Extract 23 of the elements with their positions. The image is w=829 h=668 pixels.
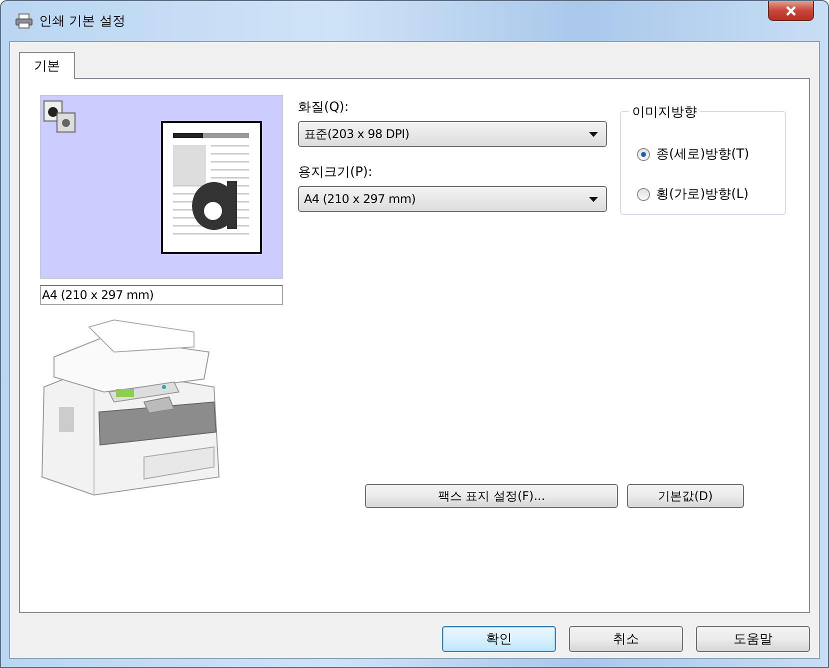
defaults-button[interactable]: 기본값(D)	[627, 484, 744, 508]
dropdown-arrow-icon	[589, 196, 598, 202]
quality-label: 화질(Q):	[298, 99, 350, 116]
radio-button[interactable]	[637, 148, 650, 160]
printer-icon	[15, 13, 33, 29]
quality-dropdown[interactable]: 표준(203 x 98 DPI)	[298, 121, 607, 147]
quality-toggle-icon[interactable]	[43, 100, 77, 134]
paper-size-dropdown[interactable]: A4 (210 x 297 mm)	[298, 186, 607, 212]
tab[interactable]: 기본	[19, 52, 75, 79]
window-title: 인쇄 기본 설정	[39, 13, 126, 30]
dropdown-arrow-icon	[589, 132, 598, 136]
paper-size-field: A4 (210 x 297 mm)	[40, 285, 283, 305]
group-title: 이미지방향	[629, 103, 700, 121]
paper-size-label: 용지크기(P):	[298, 164, 374, 181]
radio-label[interactable]: 횡(가로)방향(L)	[656, 185, 749, 203]
fax-cover-button[interactable]: 팩스 표지 설정(F)...	[365, 484, 618, 508]
radio-button[interactable]	[637, 188, 650, 200]
dialog-button[interactable]: 취소	[569, 626, 683, 652]
dialog-button[interactable]: 도움말	[696, 626, 810, 652]
dialog-button[interactable]: 확인	[442, 626, 556, 652]
close-icon	[785, 6, 797, 16]
close-button[interactable]	[768, 1, 814, 21]
radio-label[interactable]: 종(세로)방향(T)	[656, 145, 750, 163]
